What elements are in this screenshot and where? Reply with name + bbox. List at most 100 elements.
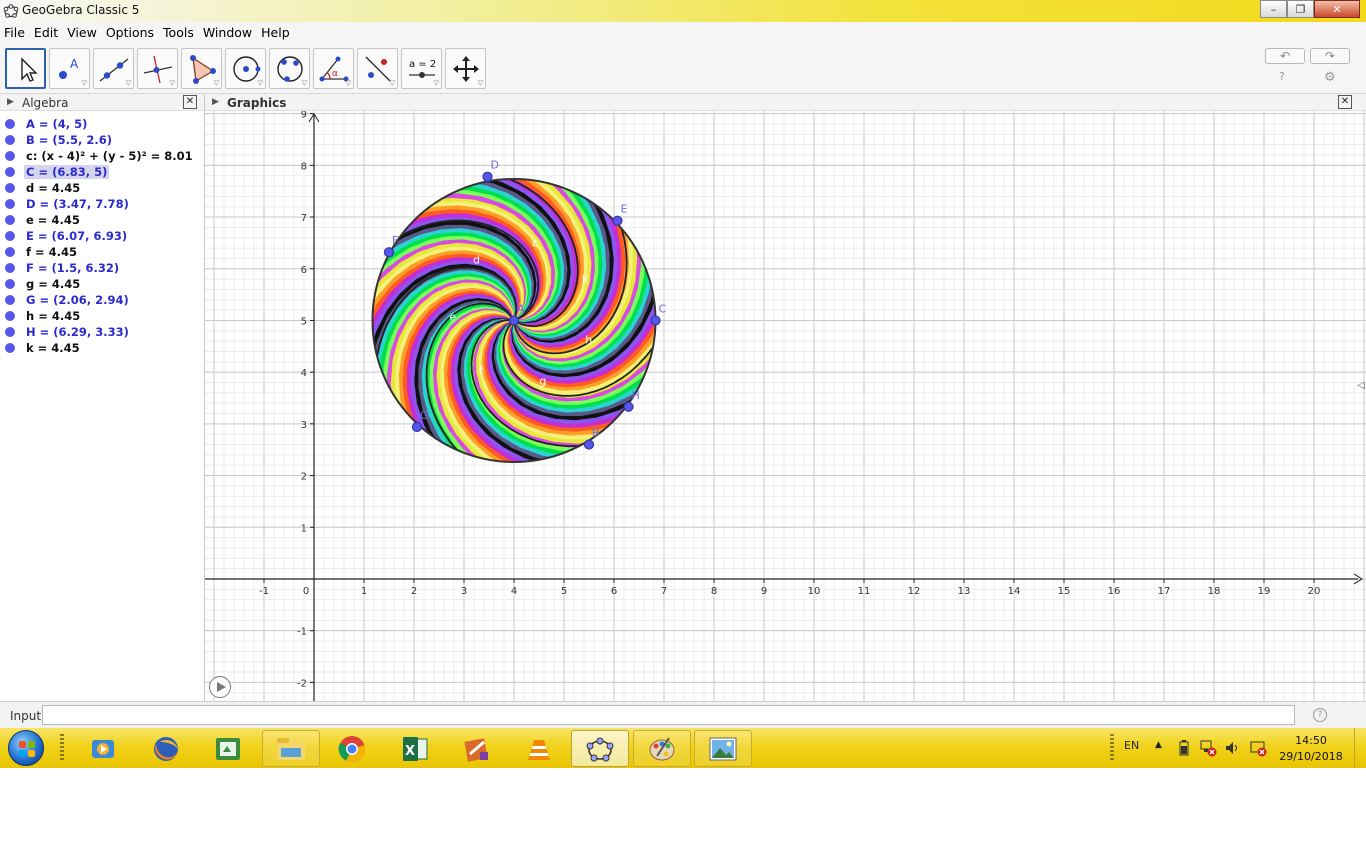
- algebra-item-text[interactable]: A = (4, 5): [26, 117, 87, 131]
- play-animation-button[interactable]: [209, 676, 231, 698]
- visibility-toggle-icon[interactable]: [5, 135, 15, 145]
- battery-icon[interactable]: [1178, 740, 1190, 756]
- algebra-item-text[interactable]: H = (6.29, 3.33): [26, 325, 129, 339]
- move-graphics-view-tool[interactable]: ▽: [445, 48, 486, 89]
- input-field[interactable]: [42, 705, 1295, 725]
- menu-tools[interactable]: Tools: [163, 25, 194, 40]
- algebra-item-text[interactable]: F = (1.5, 6.32): [26, 261, 119, 275]
- close-algebra-button[interactable]: ✕: [183, 95, 197, 109]
- visibility-toggle-icon[interactable]: [5, 311, 15, 321]
- algebra-item[interactable]: F = (1.5, 6.32): [0, 260, 204, 276]
- menu-file[interactable]: File: [4, 25, 25, 40]
- visibility-toggle-icon[interactable]: [5, 263, 15, 273]
- side-panel-toggle-icon[interactable]: ◁: [1357, 380, 1365, 391]
- algebra-item[interactable]: B = (5.5, 2.6): [0, 132, 204, 148]
- taskbar-vlc[interactable]: [510, 730, 568, 767]
- algebra-item-text[interactable]: e = 4.45: [26, 213, 80, 227]
- show-desktop-button[interactable]: [1354, 728, 1366, 768]
- point-E[interactable]: [612, 215, 623, 226]
- close-graphics-button[interactable]: ✕: [1338, 95, 1352, 109]
- algebra-item[interactable]: D = (3.47, 7.78): [0, 196, 204, 212]
- visibility-toggle-icon[interactable]: [5, 343, 15, 353]
- point-D[interactable]: [482, 171, 493, 182]
- perpendicular-line-tool[interactable]: ▽: [137, 48, 178, 89]
- point-F[interactable]: [383, 247, 395, 258]
- algebra-item[interactable]: H = (6.29, 3.33): [0, 324, 204, 340]
- point-B[interactable]: [583, 439, 595, 450]
- algebra-item[interactable]: e = 4.45: [0, 212, 204, 228]
- algebra-item-text[interactable]: k = 4.45: [26, 341, 80, 355]
- reflect-tool[interactable]: ▽: [357, 48, 398, 89]
- algebra-item-text[interactable]: E = (6.07, 6.93): [26, 229, 127, 243]
- clock[interactable]: 14:50 29/10/2018: [1276, 733, 1346, 765]
- visibility-toggle-icon[interactable]: [5, 151, 15, 161]
- taskbar-firefox[interactable]: [137, 730, 195, 767]
- algebra-item[interactable]: E = (6.07, 6.93): [0, 228, 204, 244]
- undo-button[interactable]: ↶: [1265, 48, 1305, 64]
- point-A[interactable]: [508, 315, 520, 326]
- visibility-toggle-icon[interactable]: [5, 247, 15, 257]
- algebra-item[interactable]: h = 4.45: [0, 308, 204, 324]
- algebra-item[interactable]: f = 4.45: [0, 244, 204, 260]
- redo-button[interactable]: ↷: [1310, 48, 1350, 64]
- algebra-item-text[interactable]: B = (5.5, 2.6): [26, 133, 112, 147]
- taskbar-paint[interactable]: [633, 730, 691, 767]
- menu-help[interactable]: Help: [261, 25, 290, 40]
- language-indicator[interactable]: EN: [1124, 739, 1139, 752]
- taskbar-explorer[interactable]: [262, 730, 320, 767]
- circle-three-points-tool[interactable]: ▽: [269, 48, 310, 89]
- settings-gear-icon[interactable]: ⚙: [1324, 70, 1336, 85]
- visibility-toggle-icon[interactable]: [5, 279, 15, 289]
- point-C[interactable]: [650, 315, 661, 326]
- visibility-toggle-icon[interactable]: [5, 167, 15, 177]
- algebra-item-text[interactable]: f = 4.45: [26, 245, 77, 259]
- tray-expand-icon[interactable]: ▲: [1155, 740, 1162, 750]
- move-tool[interactable]: [5, 48, 46, 89]
- maximize-button[interactable]: ❐: [1287, 0, 1314, 18]
- algebra-item-text[interactable]: c: (x - 4)² + (y - 5)² = 8.01: [26, 149, 193, 163]
- panel-collapse-icon[interactable]: ▶: [7, 97, 14, 107]
- minimize-button[interactable]: –: [1260, 0, 1287, 18]
- input-help-icon[interactable]: ?: [1313, 708, 1327, 722]
- taskbar-excel[interactable]: X: [386, 730, 444, 767]
- menu-options[interactable]: Options: [106, 25, 154, 40]
- algebra-item[interactable]: c: (x - 4)² + (y - 5)² = 8.01: [0, 148, 204, 164]
- slider-tool[interactable]: a = 2 ▽: [401, 48, 442, 89]
- algebra-item-text[interactable]: G = (2.06, 2.94): [26, 293, 129, 307]
- visibility-toggle-icon[interactable]: [5, 119, 15, 129]
- algebra-item[interactable]: k = 4.45: [0, 340, 204, 356]
- algebra-item-text[interactable]: D = (3.47, 7.78): [26, 197, 129, 211]
- panel-collapse-icon[interactable]: ▶: [212, 97, 219, 107]
- menu-edit[interactable]: Edit: [34, 25, 58, 40]
- line-tool[interactable]: ▽: [93, 48, 134, 89]
- algebra-item[interactable]: d = 4.45: [0, 180, 204, 196]
- point-tool[interactable]: A ▽: [49, 48, 90, 89]
- algebra-item-text[interactable]: g = 4.45: [26, 277, 80, 291]
- graphics-canvas[interactable]: -1 0 1 2 3 4 5 6 7 8 9 10 11 12 13 14 15 16 17 18 19 20-2-112…: [205, 94, 1366, 701]
- visibility-toggle-icon[interactable]: [5, 231, 15, 241]
- algebra-item-text[interactable]: d = 4.45: [26, 181, 80, 195]
- taskbar-paint-tool[interactable]: [448, 730, 506, 767]
- taskbar-chrome[interactable]: [323, 730, 381, 767]
- visibility-toggle-icon[interactable]: [5, 183, 15, 193]
- taskbar-file-manager[interactable]: [199, 730, 257, 767]
- circle-center-point-tool[interactable]: ▽: [225, 48, 266, 89]
- visibility-toggle-icon[interactable]: [5, 199, 15, 209]
- point-H[interactable]: [623, 401, 634, 412]
- algebra-item-text[interactable]: C = (6.83, 5): [24, 165, 110, 179]
- polygon-tool[interactable]: ▽: [181, 48, 222, 89]
- visibility-toggle-icon[interactable]: [5, 295, 15, 305]
- network-error-icon[interactable]: [1199, 739, 1217, 757]
- close-button[interactable]: ✕: [1314, 0, 1360, 18]
- algebra-item[interactable]: A = (4, 5): [0, 116, 204, 132]
- angle-tool[interactable]: α ▽: [313, 48, 354, 89]
- algebra-item[interactable]: C = (6.83, 5): [0, 164, 204, 180]
- visibility-toggle-icon[interactable]: [5, 215, 15, 225]
- taskbar-geogebra[interactable]: [571, 730, 629, 767]
- graphics-view[interactable]: -1 0 1 2 3 4 5 6 7 8 9 10 11 12 13 14 15 16 17 18 19 20 -2 -1 1 2…: [205, 94, 1366, 701]
- volume-icon[interactable]: [1224, 740, 1240, 756]
- start-button[interactable]: [8, 730, 44, 766]
- algebra-item[interactable]: G = (2.06, 2.94): [0, 292, 204, 308]
- menu-window[interactable]: Window: [203, 25, 252, 40]
- algebra-item-text[interactable]: h = 4.45: [26, 309, 80, 323]
